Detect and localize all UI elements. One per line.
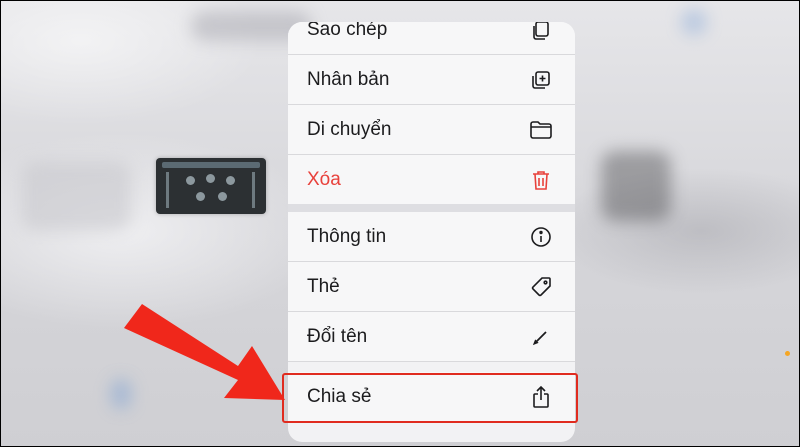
- blurred-file-right: [601, 151, 671, 221]
- thumbnail-knob: [206, 174, 215, 183]
- folder-icon: [529, 118, 553, 142]
- menu-section-divider: [288, 204, 575, 212]
- thumbnail-knob: [218, 192, 227, 201]
- menu-item-copy[interactable]: Sao chép: [288, 22, 575, 55]
- thumbnail-strip: [162, 162, 260, 168]
- info-icon: [529, 225, 553, 249]
- file-thumbnail[interactable]: [156, 158, 266, 214]
- menu-item-tags[interactable]: Thẻ: [288, 262, 575, 312]
- menu-item-rename[interactable]: Đổi tên: [288, 312, 575, 362]
- thumbnail-knob: [196, 192, 205, 201]
- menu-item-label: Thẻ: [307, 275, 340, 297]
- tag-icon: [529, 275, 553, 299]
- trash-icon: [529, 168, 553, 192]
- menu-item-label: Nhân bản: [307, 68, 390, 90]
- thumbnail-knob: [186, 176, 195, 185]
- duplicate-icon: [529, 68, 553, 92]
- menu-item-delete[interactable]: Xóa: [288, 155, 575, 205]
- menu-item-move[interactable]: Di chuyển: [288, 105, 575, 155]
- blurred-file-left: [21, 161, 131, 231]
- red-pointer-arrow: [124, 304, 285, 400]
- menu-item-duplicate[interactable]: Nhân bản: [288, 55, 575, 105]
- blurred-top-right-icon: [681, 9, 707, 35]
- menu-item-label: Sao chép: [307, 22, 388, 40]
- thumbnail-slider-right: [252, 172, 255, 208]
- menu-item-label: Đổi tên: [307, 325, 368, 347]
- share-highlight-box: [282, 373, 578, 423]
- status-dot: [785, 351, 790, 356]
- menu-item-label: Thông tin: [307, 225, 387, 247]
- thumbnail-knob: [226, 176, 235, 185]
- menu-item-label: Xóa: [307, 169, 341, 190]
- copy-icon: [529, 22, 553, 42]
- thumbnail-slider-left: [166, 172, 169, 208]
- pencil-icon: [529, 325, 553, 349]
- menu-item-info[interactable]: Thông tin: [288, 212, 575, 262]
- menu-item-label: Di chuyển: [307, 118, 392, 140]
